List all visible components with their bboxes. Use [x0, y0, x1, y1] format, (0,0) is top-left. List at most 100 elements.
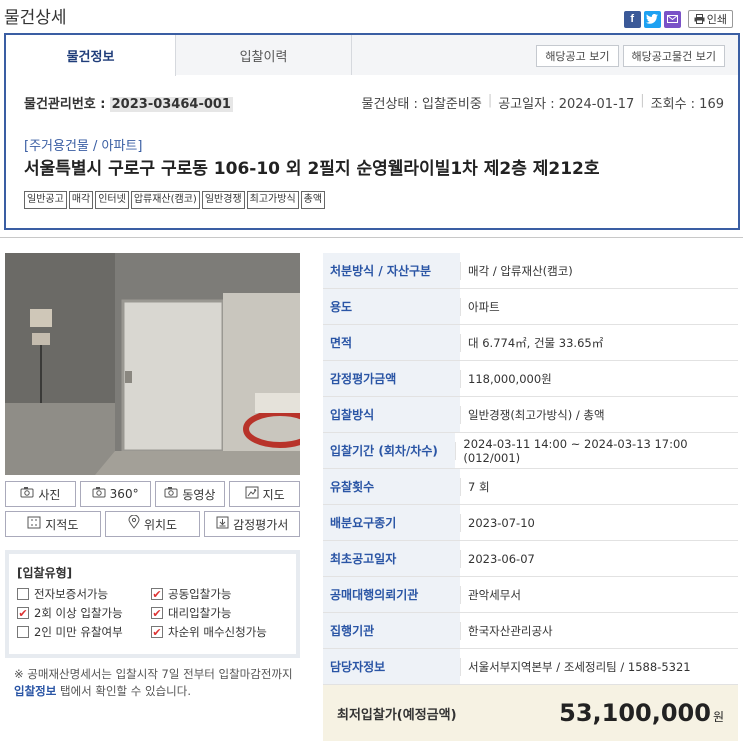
- item-tags: 일반공고 매각 인터넷 압류재산(캠코) 일반경쟁 최고가방식 총액: [24, 191, 326, 209]
- detail-value: 118,000,000원: [460, 369, 552, 388]
- cadastral-map-icon: [27, 516, 41, 533]
- print-button[interactable]: 인쇄: [687, 10, 733, 28]
- detail-row-area: 면적 대 6.774㎡, 건물 33.65㎡: [323, 325, 738, 361]
- lowest-bid-label: 최저입찰가(예정금액): [337, 707, 457, 723]
- camera-icon: [20, 486, 34, 502]
- tab-bid-history[interactable]: 입찰이력: [176, 35, 352, 75]
- detail-row-executing-agency: 집행기관 한국자산관리공사: [323, 613, 738, 649]
- detail-value: 대 6.774㎡, 건물 33.65㎡: [460, 333, 603, 352]
- detail-value: 서울서부지역본부 / 조세정리팀 / 1588-5321: [460, 657, 691, 676]
- map-icon: [245, 486, 259, 503]
- detail-value: 관악세무서: [460, 585, 521, 604]
- photo-360-button[interactable]: 360°: [79, 481, 151, 507]
- bid-option-e-guarantee: 전자보증서가능: [17, 586, 151, 602]
- detail-label: 집행기관: [323, 613, 460, 648]
- detail-value: 7 회: [460, 477, 490, 496]
- management-number: 물건관리번호 : 2023-03464-001: [24, 93, 233, 112]
- bid-option-label: 2회 이상 입찰가능: [34, 606, 123, 620]
- video-icon: [164, 486, 178, 502]
- item-tag: 최고가방식: [246, 191, 299, 209]
- detail-label: 최초공고일자: [323, 541, 460, 576]
- detail-row-contact: 담당자정보 서울서부지역본부 / 조세정리팀 / 1588-5321: [323, 649, 738, 685]
- view-notice-items-button[interactable]: 해당공고물건 보기: [622, 45, 725, 67]
- item-meta: 물건상태 : 입찰준비중 | 공고일자 : 2024-01-17 | 조회수 :…: [361, 93, 724, 112]
- bid-option-label: 전자보증서가능: [34, 587, 109, 601]
- video-button-label: 동영상: [182, 487, 216, 502]
- bid-option-joint-bid: ✔ 공동입찰가능: [151, 586, 291, 602]
- photo-button-label: 사진: [38, 487, 61, 502]
- bid-info-link[interactable]: 입찰정보: [14, 684, 56, 698]
- facebook-icon: f: [630, 13, 635, 25]
- cadastral-map-button[interactable]: 지적도: [5, 511, 101, 537]
- share-bar: f 인쇄: [623, 10, 733, 28]
- section-divider: [0, 237, 743, 238]
- detail-value: 2023-06-07: [460, 549, 535, 568]
- view-notice-button[interactable]: 해당공고 보기: [536, 45, 619, 67]
- checkbox-checked-icon: ✔: [151, 606, 163, 620]
- notice-date: 공고일자 : 2024-01-17: [498, 97, 635, 112]
- detail-label: 배분요구종기: [323, 505, 460, 540]
- printer-icon: [694, 14, 705, 24]
- item-tag: 압류재산(캠코): [130, 191, 200, 209]
- item-tag: 매각: [68, 191, 94, 209]
- notice-text: ※ 공매재산명세서는 입찰시작 7일 전부터 입찰마감전까지 입찰정보 탭에서 …: [14, 666, 304, 700]
- detail-value: 일반경쟁(최고가방식) / 총액: [460, 405, 605, 424]
- location-map-button[interactable]: 위치도: [104, 511, 201, 537]
- checkbox-checked-icon: ✔: [151, 625, 163, 639]
- location-pin-icon: [128, 514, 140, 533]
- lowest-bid-unit: 원: [712, 710, 724, 724]
- tab-item-info[interactable]: 물건정보: [6, 35, 176, 76]
- checkbox-unchecked: [17, 626, 29, 638]
- checkbox-unchecked: [17, 588, 29, 600]
- detail-row-appraisal: 감정평가금액 118,000,000원: [323, 361, 738, 397]
- bid-option-label: 차순위 매수신청가능: [168, 625, 267, 639]
- location-map-button-label: 위치도: [143, 517, 178, 532]
- item-address: 서울특별시 구로구 구로동 106-10 외 2필지 순영웰라이빌1차 제2층 …: [24, 159, 600, 179]
- cadastral-map-button-label: 지적도: [45, 517, 79, 532]
- detail-label: 용도: [323, 289, 460, 324]
- detail-row-distribution-deadline: 배분요구종기 2023-07-10: [323, 505, 738, 541]
- note-text-1: ※ 공매재산명세서는 입찰시작 7일 전부터 입찰마감전까지: [14, 667, 293, 681]
- item-tag: 일반경쟁: [201, 191, 245, 209]
- item-tag: 총액: [300, 191, 326, 209]
- detail-row-bid-method: 입찰방식 일반경쟁(최고가방식) / 총액: [323, 397, 738, 433]
- appraisal-report-button[interactable]: 감정평가서: [204, 511, 301, 537]
- lowest-bid-amount-wrap: 53,100,000 원: [559, 699, 724, 727]
- detail-value: 2024-03-11 14:00 ~ 2024-03-13 17:00 (012…: [455, 437, 738, 465]
- detail-label: 담당자정보: [323, 649, 460, 684]
- bid-option-label: 대리입찰가능: [168, 606, 232, 620]
- detail-label: 공매대행의뢰기관: [323, 577, 460, 612]
- detail-row-usage: 용도 아파트: [323, 289, 738, 325]
- detail-label: 면적: [323, 325, 460, 360]
- detail-value: 매각 / 압류재산(캠코): [460, 261, 573, 280]
- detail-value: 2023-07-10: [460, 513, 535, 532]
- bid-option-proxy-bid: ✔ 대리입찰가능: [151, 605, 291, 621]
- map-button[interactable]: 지도: [229, 481, 300, 507]
- twitter-share-button[interactable]: [643, 10, 661, 28]
- print-label: 인쇄: [706, 13, 727, 26]
- item-photo[interactable]: [5, 253, 300, 475]
- checkbox-checked-icon: ✔: [17, 606, 29, 620]
- note-text-2: 탭에서 확인할 수 있습니다.: [56, 684, 191, 698]
- detail-label: 처분방식 / 자산구분: [323, 253, 460, 288]
- detail-row-first-notice: 최초공고일자 2023-06-07: [323, 541, 738, 577]
- checkbox-checked-icon: ✔: [151, 587, 163, 601]
- detail-row-failed-count: 유찰횟수 7 회: [323, 469, 738, 505]
- bid-type-title: [입찰유형]: [17, 566, 73, 580]
- photo-button[interactable]: 사진: [5, 481, 76, 507]
- bid-option-under-two: 2인 미만 유찰여부: [17, 624, 151, 640]
- bid-type-box: [입찰유형] 전자보증서가능 ✔ 공동입찰가능 ✔ 2회 이상 입찰가능 ✔ 대…: [5, 550, 300, 658]
- detail-label: 유찰횟수: [323, 469, 460, 504]
- view-count: 조회수 : 169: [650, 97, 724, 112]
- video-button[interactable]: 동영상: [154, 481, 226, 507]
- tab-bar: 물건정보 입찰이력 해당공고 보기 해당공고물건 보기: [6, 35, 738, 76]
- detail-value: 한국자산관리공사: [460, 621, 553, 640]
- detail-label: 감정평가금액: [323, 361, 460, 396]
- detail-row-bid-period: 입찰기간 (회차/차수) 2024-03-11 14:00 ~ 2024-03-1…: [323, 433, 738, 469]
- facebook-share-button[interactable]: f: [623, 10, 641, 28]
- mail-share-button[interactable]: [663, 10, 681, 28]
- page-title: 물건상세: [4, 8, 67, 28]
- management-number-value: 2023-03464-001: [109, 97, 233, 112]
- twitter-icon: [646, 14, 659, 24]
- bid-option-second-buyer: ✔ 차순위 매수신청가능: [151, 624, 291, 640]
